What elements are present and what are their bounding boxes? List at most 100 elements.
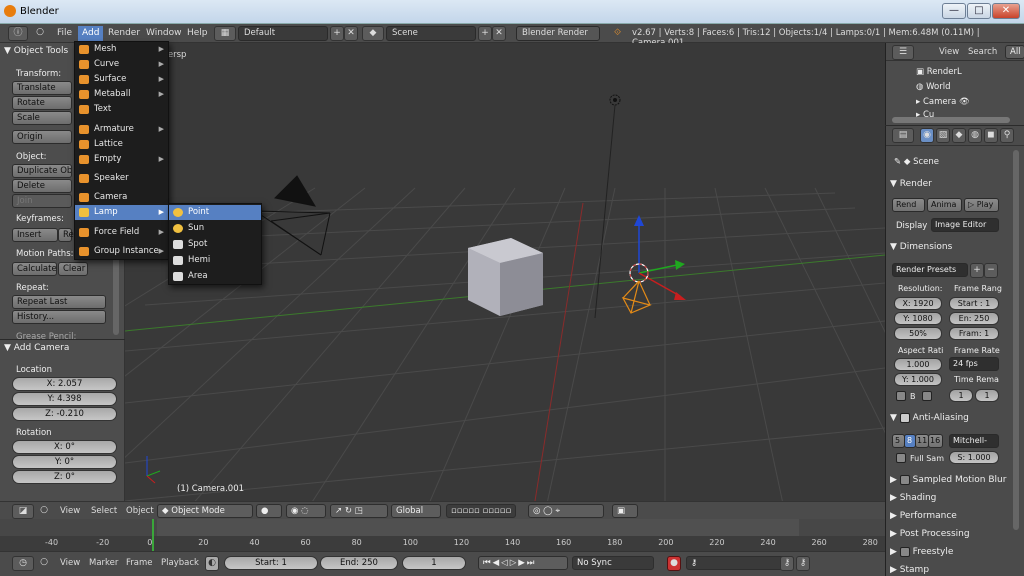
motion-blur-checkbox[interactable] — [899, 474, 910, 485]
insert-keyframe-button[interactable]: Insert — [12, 228, 58, 242]
scene-icon[interactable]: ◆ — [362, 26, 384, 41]
add-menu-item-armature[interactable]: Armature ▶ — [75, 122, 168, 137]
add-menu-item-group-instance[interactable]: Group Instance ▶ — [75, 244, 168, 259]
add-menu-item-speaker[interactable]: Speaker — [75, 171, 168, 186]
manipulator-buttons[interactable]: ↗ ↻ ◳ — [330, 504, 388, 518]
shading-panel-header[interactable]: ▶ Shading — [890, 490, 1002, 506]
menu-file[interactable]: File — [57, 28, 72, 38]
add-menu-item-force-field[interactable]: Force Field ▶ — [75, 225, 168, 240]
add-menu-item-camera[interactable]: Camera — [75, 190, 168, 205]
add-menu-item-mesh[interactable]: Mesh ▶ — [75, 42, 168, 57]
render-layers-tab-icon[interactable]: ▧ — [936, 128, 950, 143]
frame-end-field[interactable]: En: 250 — [949, 312, 999, 325]
screen-layout-icon[interactable]: ▦ — [214, 26, 236, 41]
keying-set-field[interactable]: ⚷ — [686, 556, 794, 570]
object-tools-panel-header[interactable]: ▼ Object Tools — [4, 46, 68, 56]
menu-add[interactable]: Add — [78, 26, 104, 41]
camera-object[interactable] — [254, 175, 331, 256]
add-preset-icon[interactable]: + — [970, 263, 984, 278]
render-preview-buttons[interactable]: ▣ — [612, 504, 638, 518]
timeline[interactable]: -40 -20 0 20 40 60 80 100 120 140 160 180 200 220 240 2… — [0, 519, 885, 551]
display-select[interactable]: Image Editor — [931, 218, 999, 232]
aspect-x-field[interactable]: 1.000 — [894, 358, 942, 371]
play-animation-button[interactable]: ▷ Play — [964, 198, 999, 212]
rotation-z-field[interactable]: Z: 0° — [12, 470, 117, 484]
viewport-shading-select[interactable]: ● — [256, 504, 282, 518]
remove-layout-icon[interactable]: ✕ — [344, 26, 358, 41]
constraints-tab-icon[interactable]: ⚲ — [1000, 128, 1014, 143]
selected-camera-gizmo[interactable] — [621, 215, 686, 314]
timeline-editor-icon[interactable]: ◷ — [12, 556, 34, 571]
add-menu-item-lamp[interactable]: Lamp ▶ — [75, 205, 168, 220]
clear-button[interactable]: Clear — [58, 262, 88, 276]
remove-scene-icon[interactable]: ✕ — [492, 26, 506, 41]
collapse-header-icon[interactable]: ○ — [38, 504, 50, 519]
add-menu-item-text[interactable]: Text — [75, 102, 168, 117]
resolution-y-field[interactable]: Y: 1080 — [894, 312, 942, 325]
lamp-object[interactable] — [594, 94, 621, 319]
resolution-percentage-field[interactable]: 50% — [894, 327, 942, 340]
sampled-motion-blur-panel-header[interactable]: ▶ Sampled Motion Blur — [890, 472, 1024, 488]
delete-keyframe-icon[interactable]: ⚷ — [796, 556, 810, 571]
time-remap-old-field[interactable]: 1 — [949, 389, 973, 402]
remove-keyframe-button[interactable]: Re — [58, 228, 74, 242]
render-image-button[interactable]: Rend — [892, 198, 925, 212]
translate-button[interactable]: Translate — [12, 81, 72, 95]
timeline-frame-menu[interactable]: Frame — [126, 558, 152, 568]
add-camera-panel-header[interactable]: ▼ Add Camera — [4, 343, 69, 353]
anti-aliasing-checkbox[interactable] — [899, 412, 910, 423]
aspect-y-field[interactable]: Y: 1.000 — [894, 373, 942, 386]
render-animation-button[interactable]: Anima — [927, 198, 962, 212]
transform-orientation-select[interactable]: Global — [391, 504, 441, 518]
outliner-item-world[interactable]: ◍ World — [916, 82, 950, 92]
border-checkbox[interactable] — [896, 391, 906, 401]
frame-rate-select[interactable]: 24 fps — [949, 357, 999, 371]
remove-preset-icon[interactable]: − — [984, 263, 998, 278]
freestyle-panel-header[interactable]: ▶ Freestyle — [890, 544, 1002, 560]
lamp-item-spot[interactable]: Spot — [169, 237, 261, 252]
outliner-display-select[interactable]: All — [1005, 45, 1024, 59]
object-tab-icon[interactable]: ◼ — [984, 128, 998, 143]
lamp-item-area[interactable]: Area — [169, 269, 261, 284]
view-menu[interactable]: View — [60, 506, 80, 516]
layer-buttons[interactable]: ▫▫▫▫▫ ▫▫▫▫▫ — [446, 504, 516, 518]
calculate-button[interactable]: Calculate — [12, 262, 57, 276]
repeat-last-button[interactable]: Repeat Last — [12, 295, 106, 309]
collapse-menus-icon[interactable]: ○ — [34, 26, 46, 41]
full-sample-checkbox[interactable] — [896, 453, 906, 463]
rotation-x-field[interactable]: X: 0° — [12, 440, 117, 454]
dimensions-panel-header[interactable]: ▼ Dimensions — [890, 239, 1002, 255]
freestyle-checkbox[interactable] — [899, 546, 910, 557]
add-scene-icon[interactable]: + — [478, 26, 492, 41]
join-button[interactable]: Join — [12, 194, 72, 208]
anti-aliasing-panel-header[interactable]: ▼ Anti-Aliasing — [890, 410, 1002, 426]
stamp-panel-header[interactable]: ▶ Stamp — [890, 562, 1002, 576]
lamp-item-point[interactable]: Point — [169, 205, 261, 220]
location-z-field[interactable]: Z: -0.210 — [12, 407, 117, 421]
scale-button[interactable]: Scale — [12, 111, 72, 125]
rotate-button[interactable]: Rotate — [12, 96, 72, 110]
properties-editor-icon[interactable]: ▤ — [892, 128, 914, 143]
frame-start-field[interactable]: Start : 1 — [949, 297, 999, 310]
scene-tab-icon[interactable]: ◆ — [952, 128, 966, 143]
object-menu[interactable]: Object — [126, 506, 154, 516]
location-y-field[interactable]: Y: 4.398 — [12, 392, 117, 406]
cube-object[interactable] — [468, 238, 543, 316]
start-frame-field[interactable]: Start: 1 — [224, 556, 318, 570]
outliner-search-menu[interactable]: Search — [968, 47, 997, 57]
screen-layout-field[interactable]: Default — [238, 26, 328, 41]
timeline-playback-menu[interactable]: Playback — [161, 558, 199, 568]
preview-range-icon[interactable]: ◐ — [205, 556, 219, 571]
filter-size-field[interactable]: S: 1.000 — [949, 451, 999, 464]
add-menu-item-surface[interactable]: Surface ▶ — [75, 72, 168, 87]
render-presets-select[interactable]: Render Presets — [892, 263, 968, 277]
record-keyframe-icon[interactable]: ● — [667, 556, 681, 571]
outliner-item-renderlayers[interactable]: ▣ RenderL — [916, 67, 962, 77]
select-menu[interactable]: Select — [91, 506, 117, 516]
timeline-view-menu[interactable]: View — [60, 558, 80, 568]
timeline-collapse-icon[interactable]: ○ — [38, 556, 50, 571]
menu-render[interactable]: Render — [108, 28, 140, 38]
minimize-button[interactable]: — — [942, 3, 966, 19]
outliner-editor-icon[interactable]: ☰ — [892, 45, 914, 60]
add-menu-item-curve[interactable]: Curve ▶ — [75, 57, 168, 72]
